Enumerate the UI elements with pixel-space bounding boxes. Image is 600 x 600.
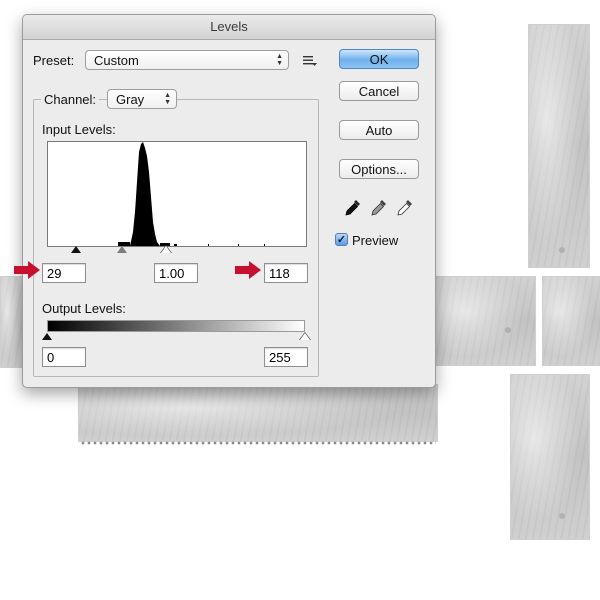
preview-checkbox[interactable]: ✓ [335,233,348,246]
preset-label: Preset: [33,53,75,68]
input-black-slider[interactable] [71,246,82,253]
preset-select[interactable]: Custom ▲ ▼ [85,50,289,70]
output-black-field[interactable]: 0 [42,347,86,367]
output-white-field[interactable]: 255 [264,347,308,367]
texture-strip-top-right [528,24,590,268]
options-button[interactable]: Options... [339,159,419,179]
input-gray-slider[interactable] [116,246,127,253]
red-arrow-icon [235,261,261,279]
output-black-slider[interactable] [42,333,52,340]
output-levels-label: Output Levels: [42,301,126,316]
channel-value: Gray [116,92,145,107]
preset-options-icon[interactable] [303,54,317,66]
texture-strip-middle-center [434,276,536,366]
texture-strip-bottom-wide [78,384,438,442]
select-arrows-icon: ▲ ▼ [276,53,283,67]
output-slider-track [42,332,311,343]
texture-perforation [80,440,436,446]
ok-button[interactable]: OK [339,49,419,69]
input-white-slider[interactable] [161,246,172,253]
cancel-button[interactable]: Cancel [339,81,419,101]
input-gamma-field[interactable]: 1.00 [154,263,198,283]
output-gradient-bar [47,320,305,332]
auto-button[interactable]: Auto [339,120,419,140]
texture-strip-bottom-right [510,374,590,540]
levels-dialog: Levels Preset: Custom ▲ ▼ OK Cancel Auto … [22,14,436,388]
red-arrow-icon [14,261,40,279]
dialog-title: Levels [23,15,435,40]
input-black-field[interactable]: 29 [42,263,86,283]
texture-strip-middle-right [542,276,600,366]
texture-strip-middle-left [0,276,24,368]
channel-select[interactable]: Gray ▲ ▼ [107,89,177,109]
input-levels-label: Input Levels: [42,122,116,137]
input-white-field[interactable]: 118 [264,263,308,283]
output-white-slider[interactable] [300,333,310,340]
white-point-eyedropper-icon[interactable] [397,199,413,217]
histogram [47,141,307,247]
gray-point-eyedropper-icon[interactable] [371,199,387,217]
select-arrows-icon: ▲ ▼ [164,92,171,106]
channel-label: Channel: [41,92,100,107]
preset-value: Custom [94,53,139,68]
black-point-eyedropper-icon[interactable] [345,199,361,217]
preview-label: Preview [352,233,399,248]
input-slider-track [47,245,305,256]
